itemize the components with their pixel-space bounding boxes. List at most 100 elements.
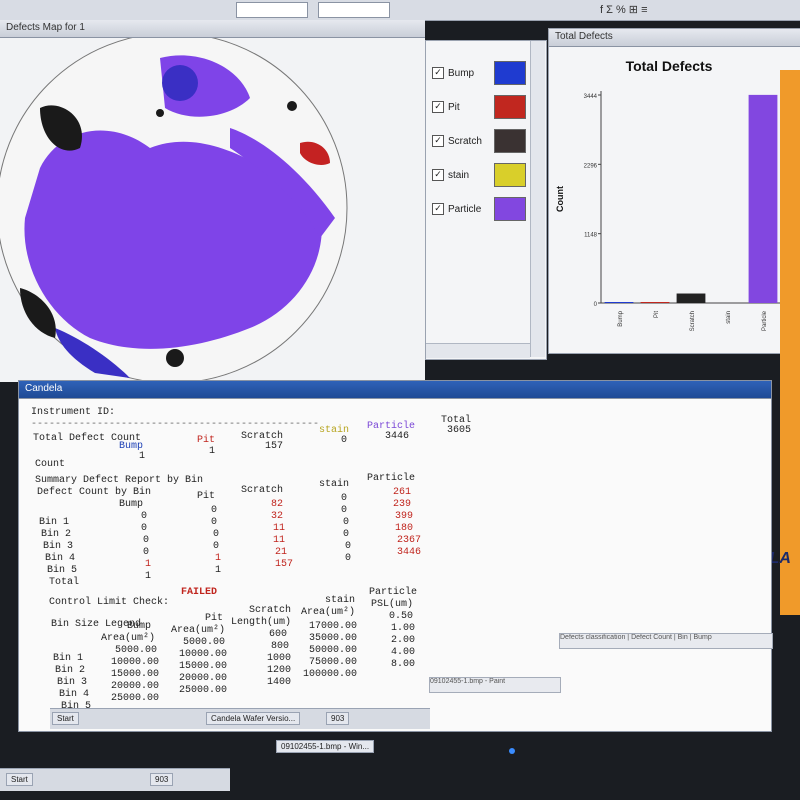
bin-particle-header: Particle — [367, 473, 416, 484]
legend-cell: 4.00 — [391, 647, 416, 658]
top-toolbar: f Σ % ⊞ ≡ — [0, 0, 800, 21]
scratch-checkbox[interactable]: ✓ — [432, 135, 444, 147]
legend-bin-label: Bin 3 — [57, 677, 88, 688]
report-window-title: Candela — [25, 383, 63, 394]
bin-cell: 11 — [273, 523, 286, 534]
legend-cell: 2.00 — [391, 635, 416, 646]
legend-item-particle[interactable]: ✓ Particle — [432, 203, 481, 215]
status-strip-2: 09102455-1.bmp - Paint — [429, 677, 561, 693]
toolbar-symbols[interactable]: f Σ % ⊞ ≡ — [600, 3, 648, 16]
total-pit-header: Pit — [197, 435, 216, 446]
chart-window: Total Defects Total Defects Count 0 1148 229… — [548, 28, 800, 354]
outer-start-button[interactable]: Start — [6, 773, 33, 786]
wafer-map-titlebar: Defects Map for 1 — [0, 20, 425, 38]
bin-row-label: Total — [49, 577, 80, 588]
bin-cell: 3446 — [397, 547, 422, 558]
legend-hscrollbar[interactable] — [426, 343, 530, 358]
control-limit-value: FAILED — [181, 587, 218, 598]
toolbar-dropdown-2[interactable] — [318, 2, 390, 18]
bin-row-label: Bin 5 — [47, 565, 78, 576]
chart-x-tick-label: Scratch — [690, 311, 696, 331]
bin-cell: 0 — [341, 493, 348, 504]
legend-cell: 1.00 — [391, 623, 416, 634]
bin-cell: 0 — [213, 529, 220, 540]
legend-scrollbar[interactable] — [530, 41, 545, 357]
status-text-1: Defects classification | Defect Count | … — [560, 634, 712, 641]
chart-y-tick-label: 3444 — [584, 94, 598, 100]
pit-checkbox[interactable]: ✓ — [432, 101, 444, 113]
legend-cell: 35000.00 — [309, 633, 358, 644]
wafer-map — [0, 38, 348, 382]
total-stain-value: 0 — [341, 435, 348, 446]
legend-cell: 75000.00 — [309, 657, 358, 668]
legend-cell: 25000.00 — [111, 693, 160, 704]
bin-cell: 180 — [395, 523, 414, 534]
legend-particle-header: Particle — [369, 587, 418, 598]
bin-row-label: Bin 2 — [41, 529, 72, 540]
chart-title: Total Defects — [626, 58, 713, 74]
chart-y-tick-label: 2296 — [584, 163, 598, 169]
legend-item-pit[interactable]: ✓ Pit — [432, 101, 460, 113]
legend-bin-label: Bin 2 — [55, 665, 86, 676]
instrument-id-label: Instrument ID: — [31, 407, 116, 418]
chart-bar-particle — [748, 94, 778, 303]
chart-bar-pit — [640, 302, 670, 303]
legend-item-scratch[interactable]: ✓ Scratch — [432, 135, 482, 147]
legend-panel: ✓ Bump ✓ Pit ✓ Scratch ✓ stain ✓ Particl… — [425, 40, 547, 360]
particle-checkbox[interactable]: ✓ — [432, 203, 444, 215]
chart-titlebar: Total Defects — [549, 29, 800, 47]
chart-y-tick-label: 1148 — [584, 233, 598, 239]
stain-label: stain — [448, 169, 470, 181]
bin-stain-header: stain — [319, 479, 350, 490]
bin-cell: 21 — [275, 547, 288, 558]
bin-cell: 399 — [395, 511, 414, 522]
toolbar-dropdown-1[interactable] — [236, 2, 308, 18]
legend-stain-unit: Area(um²) — [301, 607, 356, 618]
inner-task-candela[interactable]: Candela Wafer Versio... — [206, 712, 301, 725]
legend-cell: 1000 — [267, 653, 292, 664]
stain-checkbox[interactable]: ✓ — [432, 169, 444, 181]
bin-cell: 0 — [345, 553, 352, 564]
chart-y-tick-label: 0 — [594, 302, 598, 308]
inner-task-903[interactable]: 903 — [326, 712, 350, 725]
bin-cell: 157 — [275, 559, 294, 570]
legend-cell: 0.50 — [389, 611, 414, 622]
legend-pit-unit: Area(um²) — [171, 625, 226, 636]
outer-task-paint[interactable]: 09102455-1.bmp - Win... — [276, 740, 375, 753]
legend-cell: 1400 — [267, 677, 292, 688]
inner-taskbar: Start Candela Wafer Versio... 903 — [50, 708, 430, 729]
bin-cell: 239 — [393, 499, 412, 510]
bin-cell: 0 — [141, 523, 148, 534]
chart-x-tick-label: Particle — [762, 310, 768, 331]
legend-cell: 5000.00 — [183, 637, 226, 648]
chart-x-tick-label: stain — [726, 311, 732, 324]
legend-cell: 10000.00 — [179, 649, 228, 660]
bin-cell: 1 — [145, 571, 152, 582]
legend-cell: 25000.00 — [179, 685, 228, 696]
bin-cell: 0 — [343, 529, 350, 540]
legend-item-bump[interactable]: ✓ Bump — [432, 67, 474, 79]
power-led — [509, 748, 515, 754]
bin-cell: 1 — [215, 565, 222, 576]
legend-cell: 10000.00 — [111, 657, 160, 668]
inner-start-button[interactable]: Start — [52, 712, 79, 725]
bin-bump-header: Bump — [119, 499, 144, 510]
bump-checkbox[interactable]: ✓ — [432, 67, 444, 79]
legend-cell: 20000.00 — [111, 681, 160, 692]
outer-taskbar: Start 903 — [0, 768, 230, 791]
legend-cell: 20000.00 — [179, 673, 228, 684]
total-bump-value: 1 — [139, 451, 146, 462]
legend-bin-label: Bin 4 — [59, 689, 90, 700]
control-limit-label: Control Limit Check: — [49, 597, 170, 608]
particle-swatch — [494, 197, 526, 221]
wafer-map-title: Defects Map for 1 — [6, 22, 85, 33]
chart-bar-bump — [604, 302, 634, 303]
total-defects-chart: Total Defects Count 0 1148 2296 3444 Bump Pit Sc… — [555, 58, 781, 331]
legend-cell: 15000.00 — [111, 669, 160, 680]
total-particle-value: 3446 — [385, 431, 410, 442]
bin-cell: 0 — [343, 517, 350, 528]
count-label: Count — [35, 459, 66, 470]
legend-item-stain[interactable]: ✓ stain — [432, 169, 469, 181]
report-titlebar: Candela — [19, 381, 771, 399]
outer-task-903[interactable]: 903 — [150, 773, 174, 786]
